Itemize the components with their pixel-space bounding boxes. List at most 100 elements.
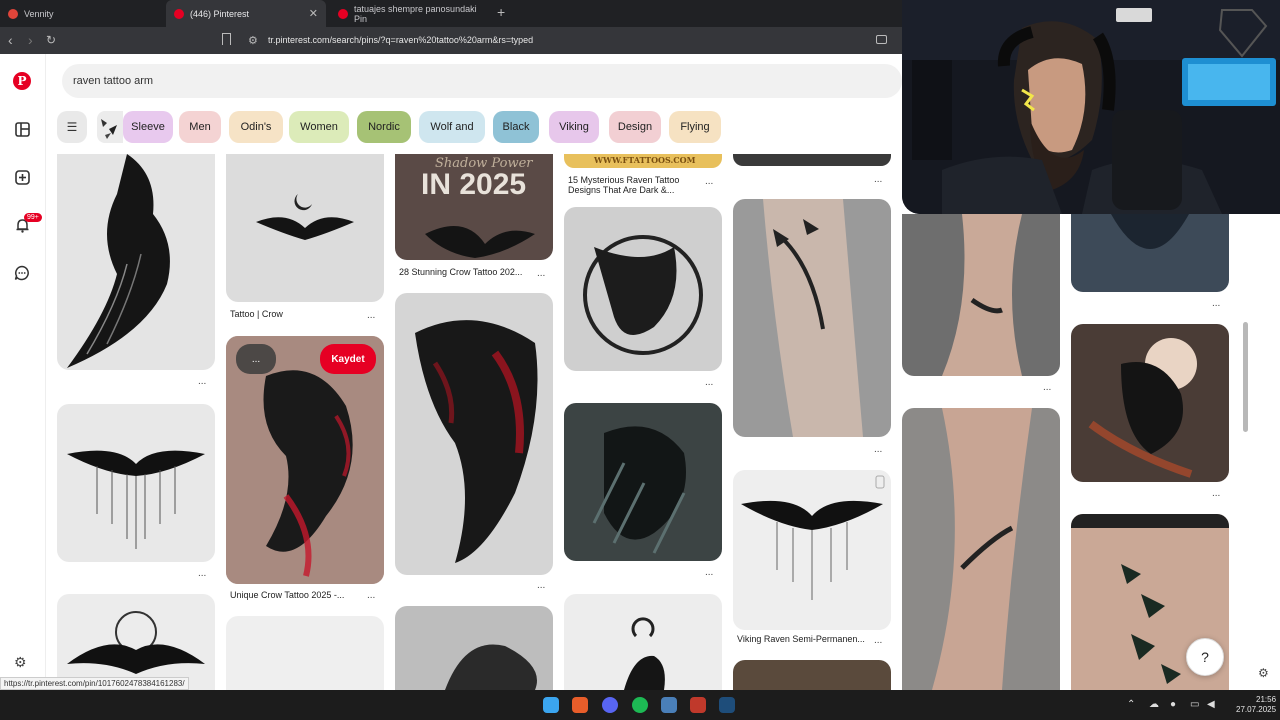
pin-arm-bracelet[interactable]	[902, 408, 1060, 690]
pin-vegvisir-raven[interactable]	[57, 594, 215, 690]
pin-more-button[interactable]: ...	[236, 344, 276, 374]
forward-icon[interactable]: ›	[28, 32, 33, 48]
microphone-icon[interactable]: ●	[1170, 699, 1176, 710]
pin-options-icon[interactable]: ...	[198, 568, 206, 579]
pin-title-line-2[interactable]: Designs That Are Dark &...	[568, 185, 674, 195]
pinterest-favicon-icon	[174, 8, 184, 19]
chip-nordic[interactable]: Nordic	[357, 111, 411, 143]
pin-in-2025[interactable]: Shadow Power IN 2025	[395, 154, 553, 260]
pinterest-favicon-icon	[338, 8, 348, 19]
pin-raven-wing[interactable]	[57, 154, 215, 370]
pin-ftattoos-text: WWW.FTATTOOS.COM	[594, 155, 696, 165]
pin-options-icon[interactable]: ...	[705, 377, 713, 388]
chip-women[interactable]: Women	[289, 111, 349, 143]
pin-chest-ornament[interactable]	[1071, 214, 1229, 292]
pin-raven-moon[interactable]	[564, 594, 722, 690]
chip-men[interactable]: Men	[179, 111, 221, 143]
chip-flying[interactable]: Flying	[669, 111, 721, 143]
pin-options-icon[interactable]: ...	[198, 376, 206, 387]
clock-date: 27.07.2025	[1236, 705, 1277, 714]
system-clock[interactable]: 21:56 27.07.2025	[1236, 695, 1276, 715]
chip-odins[interactable]: Odin's	[229, 111, 283, 143]
reader-mode-icon[interactable]	[876, 35, 887, 44]
chip-viking[interactable]: Viking	[549, 111, 599, 143]
pin-options-icon[interactable]: ...	[1043, 382, 1051, 393]
pin-options-icon[interactable]: ...	[705, 567, 713, 578]
pin-wrist-tattoo[interactable]	[902, 214, 1060, 376]
messages-icon[interactable]	[12, 263, 32, 283]
tab-label: tatuajes shempre panosundaki Pin	[354, 3, 477, 24]
media-app-icon[interactable]	[690, 697, 706, 713]
home-feed-icon[interactable]	[12, 119, 32, 139]
pin-grey-raven[interactable]	[395, 606, 553, 690]
chip-thumbnail[interactable]	[97, 111, 123, 143]
site-info-icon[interactable]: ⚙	[248, 34, 258, 47]
settings-gear-icon[interactable]: ⚙	[14, 654, 27, 671]
pin-options-icon[interactable]: ...	[367, 310, 375, 321]
pin-options-icon[interactable]: ...	[874, 635, 882, 646]
windows-start-icon[interactable]	[543, 697, 559, 713]
pin-raven-circle[interactable]	[564, 207, 722, 371]
tab-vennity[interactable]: Vennity	[0, 0, 166, 27]
close-tab-icon[interactable]: ✕	[309, 7, 318, 20]
discord-icon[interactable]	[602, 697, 618, 713]
url-field[interactable]: tr.pinterest.com/search/pins/?q=raven%20…	[268, 35, 533, 45]
onedrive-icon[interactable]: ☁	[1149, 699, 1159, 710]
app-icon[interactable]	[661, 697, 677, 713]
pin-options-icon[interactable]: ...	[1212, 488, 1220, 499]
filter-settings-icon[interactable]: ☰	[57, 111, 87, 143]
pin-raven-sleeve-color[interactable]	[1071, 324, 1229, 482]
pin-raven-chandelier[interactable]	[57, 404, 215, 562]
pin-title[interactable]: 15 Mysterious Raven Tattoo	[568, 175, 679, 185]
reload-icon[interactable]: ↻	[46, 33, 56, 47]
chip-sleeve[interactable]: Sleeve	[123, 111, 173, 143]
chip-wolf-and[interactable]: Wolf and	[419, 111, 485, 143]
pin-options-icon[interactable]: ...	[874, 444, 882, 455]
webcam-overlay	[902, 0, 1280, 214]
pin-red-raven-watercolor[interactable]	[395, 293, 553, 575]
windows-taskbar: ⌃ ☁ ● ▭ ◀ 21:56 27.07.2025	[0, 690, 1280, 720]
tab-tatuajes[interactable]: tatuajes shempre panosundaki Pin	[330, 0, 490, 27]
pin-title[interactable]: Tattoo | Crow	[230, 309, 283, 319]
pin-title[interactable]: Viking Raven Semi-Permanen...	[737, 634, 865, 644]
save-button[interactable]: Kaydet	[320, 344, 376, 374]
pin-dark-top[interactable]	[733, 154, 891, 166]
network-icon[interactable]: ▭	[1190, 699, 1199, 710]
create-icon[interactable]	[12, 167, 32, 187]
steam-icon[interactable]	[719, 697, 735, 713]
pinterest-logo-icon[interactable]: P	[12, 71, 32, 91]
notifications-badge: 99+	[24, 213, 42, 222]
pin-title[interactable]: 28 Stunning Crow Tattoo 202...	[399, 267, 522, 277]
tab-label: (446) Pinterest	[190, 8, 250, 19]
volume-icon[interactable]: ◀	[1207, 699, 1215, 710]
pin-ftattoos-banner[interactable]: WWW.FTATTOOS.COM	[564, 154, 722, 168]
brave-browser-icon[interactable]	[572, 697, 588, 713]
pin-options-icon[interactable]: ...	[537, 580, 545, 591]
back-icon[interactable]: ‹	[8, 32, 13, 48]
pin-options-icon[interactable]: ...	[874, 174, 882, 185]
pin-options-icon[interactable]: ...	[367, 590, 375, 601]
help-button[interactable]: ?	[1186, 638, 1224, 676]
pin-raven-forest-sleeve[interactable]	[564, 403, 722, 561]
pin-bottom-brown[interactable]	[733, 660, 891, 690]
status-url: https://tr.pinterest.com/pin/10176024783…	[0, 677, 189, 690]
chip-design[interactable]: Design	[609, 111, 661, 143]
pin-crow-moon[interactable]	[226, 154, 384, 302]
pin-title[interactable]: Unique Crow Tattoo 2025 -...	[230, 590, 344, 600]
page-scrollbar[interactable]	[1243, 322, 1248, 432]
pin-light-sketch[interactable]	[226, 616, 384, 690]
gear-icon[interactable]: ⚙	[1258, 666, 1269, 680]
spotify-icon[interactable]	[632, 697, 648, 713]
tab-pinterest[interactable]: (446) Pinterest ✕	[166, 0, 326, 27]
pin-options-icon[interactable]: ...	[537, 268, 545, 279]
bookmark-icon[interactable]	[222, 33, 231, 45]
pin-options-icon[interactable]: ...	[705, 176, 713, 187]
chip-black[interactable]: Black	[493, 111, 539, 143]
pin-viking-raven-chandelier[interactable]	[733, 470, 891, 630]
vennity-favicon-icon	[8, 8, 18, 19]
pin-forearm-ravens[interactable]	[733, 199, 891, 437]
new-tab-icon[interactable]: +	[497, 4, 505, 20]
tray-chevron-icon[interactable]: ⌃	[1127, 699, 1135, 710]
search-input[interactable]: raven tattoo arm	[62, 64, 902, 98]
pin-options-icon[interactable]: ...	[1212, 298, 1220, 309]
